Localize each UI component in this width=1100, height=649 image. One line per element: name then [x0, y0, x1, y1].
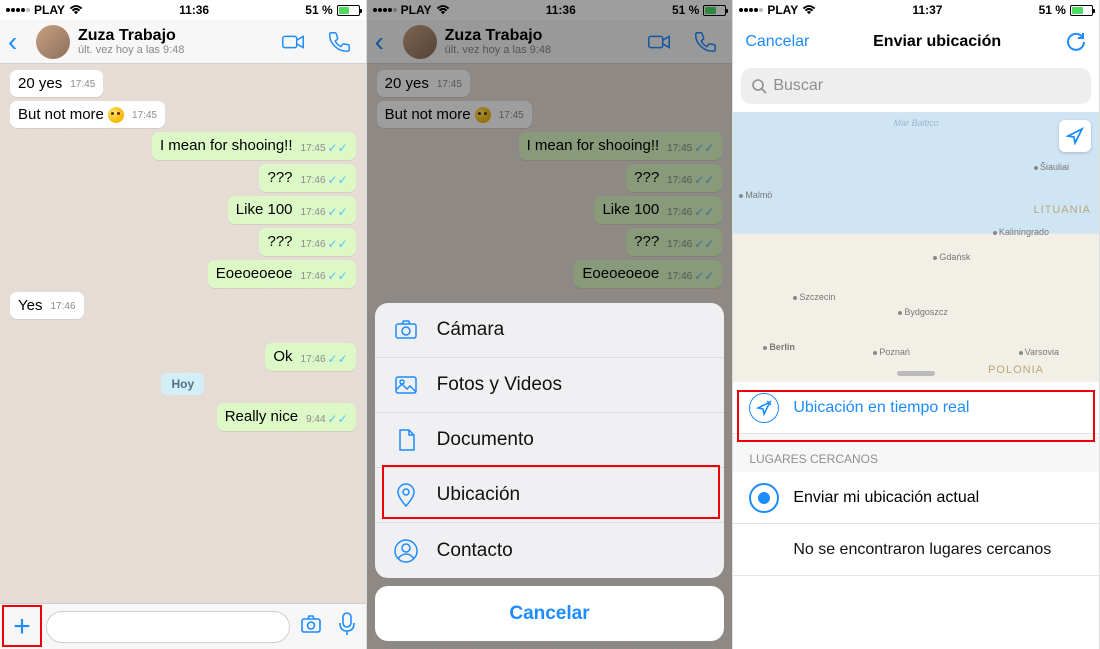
read-tick-icon: ✓✓: [328, 269, 348, 283]
message-in[interactable]: 20 yes17:45: [10, 70, 103, 97]
back-button[interactable]: ‹: [8, 26, 28, 58]
message-in[interactable]: But not more 17:45: [10, 101, 165, 128]
voice-call-icon[interactable]: [326, 29, 352, 55]
signal-icon: [6, 8, 30, 12]
photos-icon: [393, 372, 419, 398]
option-camera[interactable]: Cámara: [375, 303, 725, 358]
compose-bar: +: [0, 603, 366, 649]
map-city: Malmö: [739, 190, 772, 200]
location-icon: [393, 482, 419, 508]
read-tick-icon: ✓✓: [328, 412, 348, 426]
pane-sheet: PLAY 11:36 51 % ‹ Zuza Trabajoúlt. vez h…: [367, 0, 734, 649]
battery-label: 51 %: [305, 3, 332, 17]
no-results-row: No se encontraron lugares cercanos: [733, 524, 1099, 576]
map-city: Berlín: [763, 342, 795, 352]
video-call-icon[interactable]: [280, 29, 306, 55]
attach-button[interactable]: +: [4, 610, 40, 644]
search-icon: [751, 78, 767, 94]
action-sheet: Cámara Fotos y Videos Documento Ubicació…: [367, 295, 733, 649]
date-divider: Hoy: [10, 375, 356, 393]
carrier-label: PLAY: [34, 3, 65, 17]
status-bar: PLAY 11:37 51 %: [733, 0, 1099, 20]
sheet-cancel[interactable]: Cancelar: [375, 586, 725, 641]
message-out[interactable]: ???17:46✓✓: [259, 228, 355, 256]
signal-icon: [739, 8, 763, 12]
read-tick-icon: ✓✓: [328, 352, 348, 366]
map-city: Kaliningrado: [993, 227, 1049, 237]
map-city: Poznań: [873, 347, 910, 357]
message-out[interactable]: Really nice9:44✓✓: [217, 403, 356, 431]
search-input[interactable]: Buscar: [741, 68, 1091, 104]
battery-icon: [1070, 5, 1093, 16]
locate-me-button[interactable]: [1059, 120, 1091, 152]
contact-name: Zuza Trabajo: [78, 27, 280, 45]
message-out[interactable]: ???17:46✓✓: [259, 164, 355, 192]
wifi-icon: [69, 5, 83, 15]
last-seen: últ. vez hoy a las 9:48: [78, 44, 280, 56]
camera-button[interactable]: [296, 612, 326, 641]
mic-button[interactable]: [332, 611, 362, 642]
map-city: Gdańsk: [933, 252, 970, 262]
map-country: POLONIA: [988, 364, 1044, 376]
map-city: Šiauliai: [1034, 162, 1069, 172]
option-location[interactable]: Ubicación: [375, 468, 725, 523]
option-document[interactable]: Documento: [375, 413, 725, 468]
map-city: Szczecin: [793, 292, 835, 302]
message-out[interactable]: I mean for shooing!!17:45✓✓: [152, 132, 356, 160]
chat-header: ‹ Zuza Trabajo últ. vez hoy a las 9:48: [0, 20, 366, 64]
radio-selected-icon: [749, 483, 779, 513]
message-out[interactable]: Like 10017:46✓✓: [228, 196, 356, 224]
screen-title: Enviar ubicación: [873, 33, 1001, 51]
messages-area[interactable]: 20 yes17:45 But not more 17:45 I mean fo…: [0, 64, 366, 603]
map-country: LITUANIA: [1033, 204, 1091, 216]
option-photos[interactable]: Fotos y Videos: [375, 358, 725, 413]
current-location-row[interactable]: Enviar mi ubicación actual: [733, 472, 1099, 524]
contact-info[interactable]: Zuza Trabajo últ. vez hoy a las 9:48: [78, 27, 280, 57]
avatar[interactable]: [36, 25, 70, 59]
read-tick-icon: ✓✓: [328, 173, 348, 187]
message-in[interactable]: Yes17:46: [10, 292, 84, 319]
live-location-icon: [749, 393, 779, 423]
map-city: Bydgoszcz: [898, 307, 948, 317]
document-icon: [393, 427, 419, 453]
status-bar: PLAY 11:36 51 %: [0, 0, 366, 20]
refresh-button[interactable]: [1065, 29, 1087, 56]
message-out[interactable]: Eoeoeoeoe17:46✓✓: [208, 260, 356, 288]
read-tick-icon: ✓✓: [328, 237, 348, 251]
contact-icon: [393, 538, 419, 564]
read-tick-icon: ✓✓: [328, 141, 348, 155]
wifi-icon: [802, 5, 816, 15]
pane-chat: PLAY 11:36 51 % ‹ Zuza Trabajo últ. vez …: [0, 0, 367, 649]
camera-icon: [393, 317, 419, 343]
location-nav: Cancelar Enviar ubicación: [733, 20, 1099, 64]
status-time: 11:36: [179, 3, 209, 17]
message-input[interactable]: [46, 611, 290, 643]
live-location-row[interactable]: Ubicación en tiempo real: [733, 382, 1099, 434]
sheet-handle[interactable]: [897, 371, 935, 376]
message-out[interactable]: Ok17:46✓✓: [265, 343, 355, 371]
map-city: Varsovia: [1019, 347, 1059, 357]
battery-icon: [337, 5, 360, 16]
emoji-rofl: [108, 107, 124, 123]
pane-location: PLAY 11:37 51 % Cancelar Enviar ubicació…: [733, 0, 1100, 649]
map-view[interactable]: Mar Baltico Malmö Šiauliai LITUANIA Kali…: [733, 112, 1099, 382]
read-tick-icon: ✓✓: [328, 205, 348, 219]
map-sea-label: Mar Baltico: [894, 118, 939, 128]
cancel-button[interactable]: Cancelar: [745, 33, 809, 51]
nearby-section-header: LUGARES CERCANOS: [733, 434, 1099, 472]
option-contact[interactable]: Contacto: [375, 523, 725, 578]
